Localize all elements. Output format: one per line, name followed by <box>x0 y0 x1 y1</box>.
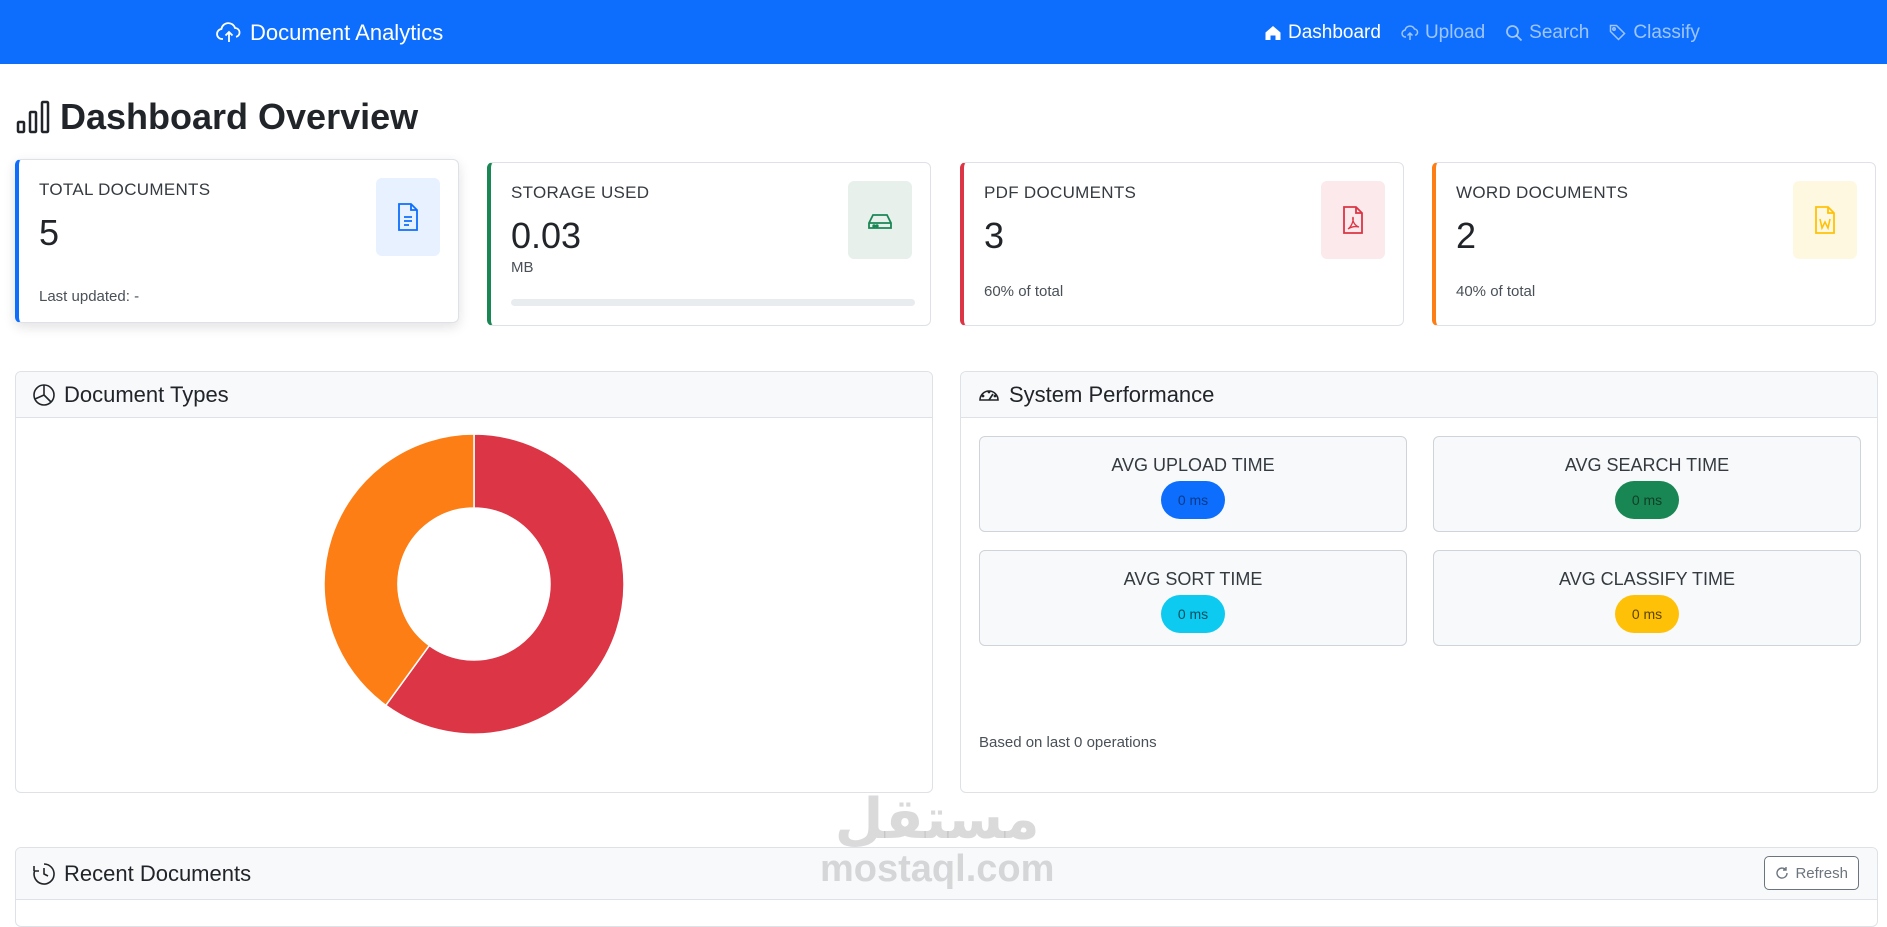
panel-header: System Performance <box>961 372 1877 418</box>
nav-upload-label: Upload <box>1424 22 1486 43</box>
stat-card-pdf-documents: PDF DOCUMENTS 3 60% of total <box>960 162 1404 326</box>
perf-value-badge: 0 ms <box>1161 481 1225 519</box>
panel-title: Recent Documents <box>64 860 252 886</box>
watermark-logo: مستقل mostaql.com <box>820 787 1055 890</box>
stat-unit: MB <box>511 259 534 276</box>
brand-title: Document Analytics <box>250 20 444 45</box>
perf-value-badge: 0 ms <box>1615 595 1679 633</box>
nav-dashboard-label: Dashboard <box>1288 22 1381 43</box>
nav-search[interactable]: Search <box>1505 22 1589 44</box>
nav-classify[interactable]: Classify <box>1609 22 1700 44</box>
stat-label: PDF DOCUMENTS <box>984 183 1137 202</box>
perf-search-time: AVG SEARCH TIME 0 ms <box>1433 436 1861 532</box>
system-performance-panel: System Performance AVG UPLOAD TIME 0 ms … <box>960 371 1878 793</box>
document-types-donut-chart <box>323 433 625 735</box>
file-pdf-icon <box>1321 181 1385 259</box>
stat-label: STORAGE USED <box>511 183 650 202</box>
watermark-line1: مستقل <box>834 787 1040 852</box>
stat-subtext: 60% of total <box>984 283 1064 300</box>
perf-label: AVG SEARCH TIME <box>1564 455 1730 475</box>
cloud-upload-icon <box>216 22 241 42</box>
perf-classify-time: AVG CLASSIFY TIME 0 ms <box>1433 550 1861 646</box>
performance-note: Based on last 0 operations <box>979 734 1157 751</box>
stat-card-word-documents: WORD DOCUMENTS 2 40% of total <box>1432 162 1876 326</box>
hdd-icon <box>848 181 912 259</box>
perf-label: AVG SORT TIME <box>1123 569 1263 589</box>
panel-title: System Performance <box>1009 381 1215 407</box>
perf-value-badge: 0 ms <box>1161 595 1225 633</box>
stat-value: 2 <box>1456 215 1477 256</box>
top-navbar: Document Analytics Dashboard Upload Sear… <box>0 0 1887 64</box>
perf-upload-time: AVG UPLOAD TIME 0 ms <box>979 436 1407 532</box>
bar-chart-icon <box>16 100 50 134</box>
brand[interactable]: Document Analytics <box>216 20 443 46</box>
page-title-text: Dashboard Overview <box>60 96 419 137</box>
speedometer-icon <box>979 389 999 401</box>
stat-value: 5 <box>39 212 60 253</box>
search-icon <box>1506 25 1523 42</box>
nav-search-label: Search <box>1529 22 1590 43</box>
refresh-label: Refresh <box>1795 864 1848 882</box>
legend-item-other[interactable]: Other <box>532 792 619 793</box>
page-title: Dashboard Overview <box>16 96 418 138</box>
storage-progress-bar <box>511 299 915 306</box>
document-types-panel: Document Types PDF Word Other <box>15 371 933 793</box>
nav-dashboard[interactable]: Dashboard <box>1264 22 1381 44</box>
stat-label: TOTAL DOCUMENTS <box>39 180 211 199</box>
nav-upload[interactable]: Upload <box>1401 22 1485 44</box>
panel-header: Document Types <box>16 372 932 418</box>
stat-card-total-documents: TOTAL DOCUMENTS 5 Last updated: - <box>15 159 459 323</box>
perf-sort-time: AVG SORT TIME 0 ms <box>979 550 1407 646</box>
legend-label: PDF <box>391 792 419 793</box>
pie-chart-icon <box>33 383 55 406</box>
main-nav: Dashboard Upload Search Classify <box>1264 22 1700 44</box>
file-text-icon <box>376 178 440 256</box>
clock-history-icon <box>33 862 55 885</box>
legend-label: Word <box>485 792 518 793</box>
legend-item-pdf[interactable]: PDF <box>339 792 419 793</box>
refresh-icon <box>1776 867 1789 879</box>
legend-label: Other <box>584 792 619 793</box>
house-icon <box>1265 26 1281 40</box>
stat-card-storage-used: STORAGE USED 0.03 MB <box>487 162 931 326</box>
perf-label: AVG UPLOAD TIME <box>1111 455 1275 475</box>
stat-subtext: Last updated: - <box>39 288 140 305</box>
chart-legend: PDF Word Other <box>339 792 619 793</box>
tags-icon <box>1610 24 1626 41</box>
stat-label: WORD DOCUMENTS <box>1456 183 1629 202</box>
refresh-button[interactable]: Refresh <box>1764 856 1859 890</box>
legend-item-word[interactable]: Word <box>433 792 518 793</box>
perf-label: AVG CLASSIFY TIME <box>1558 569 1736 589</box>
panel-title: Document Types <box>64 381 229 407</box>
file-word-icon <box>1793 181 1857 259</box>
stat-value: 0.03 <box>511 215 582 256</box>
watermark-line2: mostaql.com <box>820 848 1055 890</box>
perf-value-badge: 0 ms <box>1615 481 1679 519</box>
stat-value: 3 <box>984 215 1005 256</box>
nav-classify-label: Classify <box>1633 22 1700 43</box>
cloud-upload-icon <box>1401 25 1419 40</box>
stat-subtext: 40% of total <box>1456 283 1536 300</box>
